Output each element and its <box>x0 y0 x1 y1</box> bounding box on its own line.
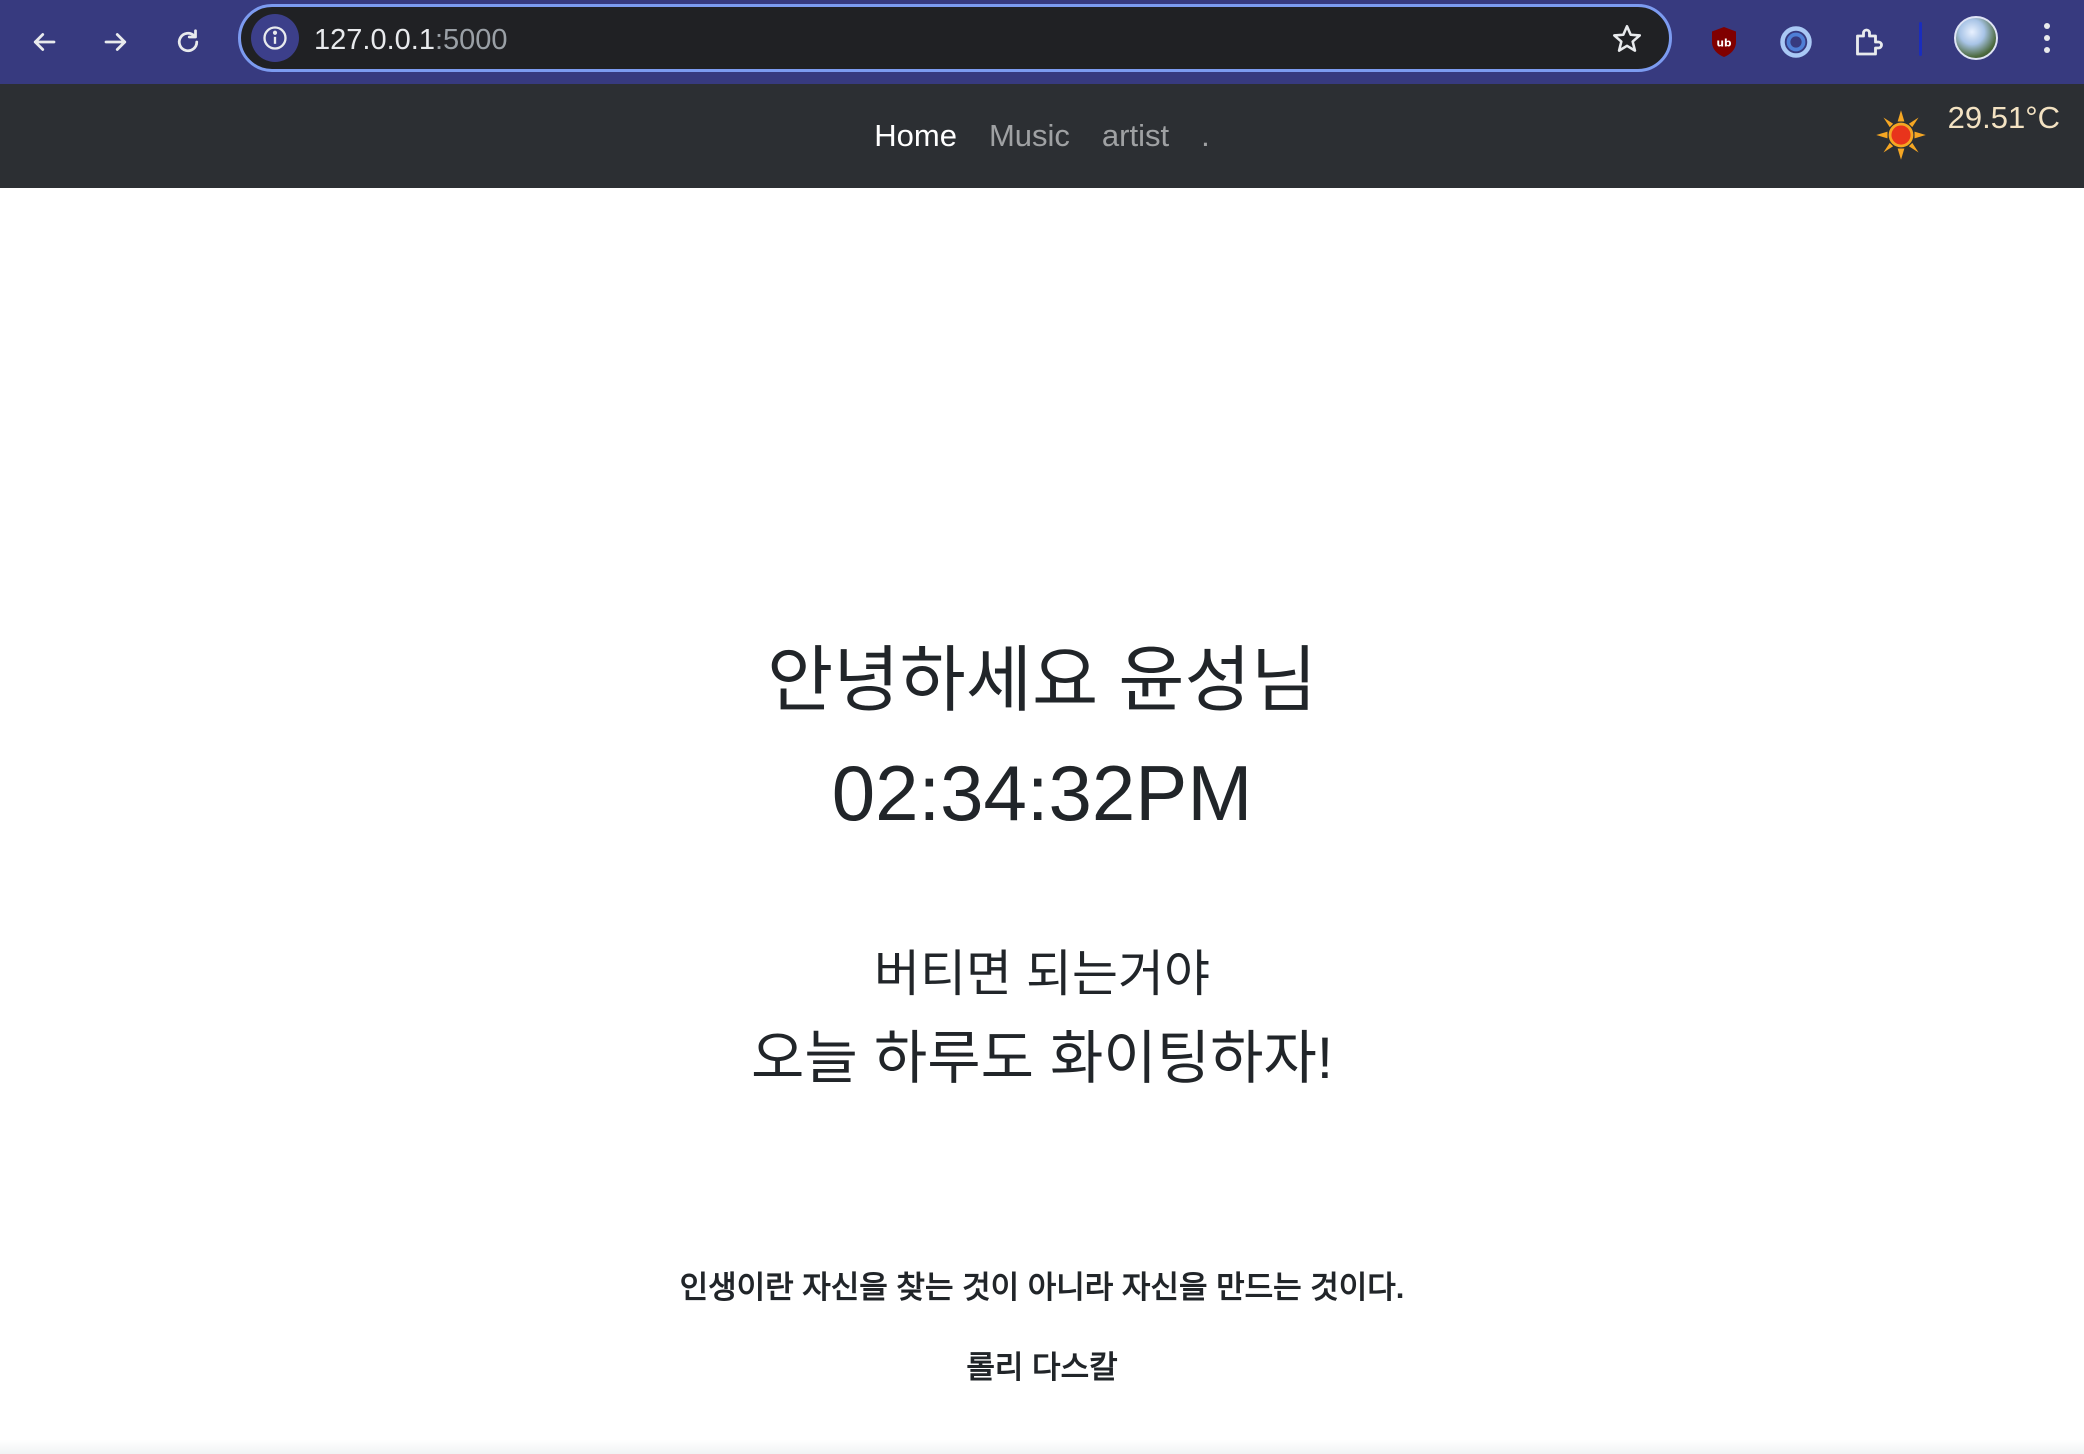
arrow-right-icon <box>104 33 127 51</box>
site-info-button[interactable] <box>251 14 299 62</box>
motivation-line-2: 오늘 하루도 화이팅하자! <box>751 1026 1333 1091</box>
quote-text: 인생이란 자신을 찾는 것이 아니라 자신을 만드는 것이다. <box>679 1270 1405 1305</box>
url-text[interactable]: 127.0.0.1:5000 <box>314 23 508 57</box>
main-content: 안녕하세요 윤성님 02:34:32PM 버티면 되는거야 오늘 하루도 화이팅… <box>0 188 2084 1454</box>
browser-menu-button[interactable] <box>2030 16 2064 60</box>
reload-icon <box>177 29 199 53</box>
ublock-icon: ub <box>1712 27 1736 57</box>
info-icon <box>263 26 287 50</box>
menu-dot <box>2044 23 2050 29</box>
nav-link-home[interactable]: Home <box>858 116 973 156</box>
menu-dot <box>2044 35 2050 41</box>
temperature-text: 29.51°C <box>1947 100 2060 135</box>
nav-link-artist[interactable]: artist <box>1086 116 1185 156</box>
profile-avatar[interactable] <box>1954 16 1998 60</box>
extensions-button[interactable] <box>1840 14 1896 70</box>
reload-button[interactable] <box>160 14 216 70</box>
bookmark-button[interactable] <box>1607 19 1647 59</box>
nav-link-extra[interactable]: . <box>1185 116 1226 156</box>
nav-links: Home Music artist . <box>0 84 2084 188</box>
nav-link-music[interactable]: Music <box>973 116 1086 156</box>
window-bottom-edge <box>0 1440 2084 1454</box>
weather-widget: 29.51°C <box>1874 98 2060 162</box>
url-host: 127.0.0.1 <box>314 24 435 56</box>
browser-toolbar: 127.0.0.1:5000 ub <box>0 0 2084 84</box>
quote-author: 롤리 다스칼 <box>966 1350 1118 1385</box>
greeting-heading: 안녕하세요 윤성님 <box>767 641 1317 721</box>
ublock-extension-button[interactable]: ub <box>1696 14 1752 70</box>
back-button[interactable] <box>16 14 72 70</box>
sun-icon <box>1875 110 1926 160</box>
star-icon <box>1612 24 1642 52</box>
circle-extension-button[interactable] <box>1768 14 1824 70</box>
clock-display: 02:34:32PM <box>831 749 1253 837</box>
forward-button[interactable] <box>88 14 144 70</box>
menu-dot <box>2044 47 2050 53</box>
arrow-left-icon <box>33 33 56 51</box>
circle-extension-icon <box>1780 26 1812 58</box>
address-bar[interactable]: 127.0.0.1:5000 <box>238 4 1672 72</box>
toolbar-divider <box>1919 22 1922 56</box>
motivation-line-1: 버티면 되는거야 <box>874 946 1210 1002</box>
url-port: :5000 <box>434 24 508 56</box>
svg-text:ub: ub <box>1717 38 1732 50</box>
site-navbar: Home Music artist . 29.51°C <box>0 84 2084 188</box>
puzzle-extensions-icon <box>1856 28 1883 56</box>
